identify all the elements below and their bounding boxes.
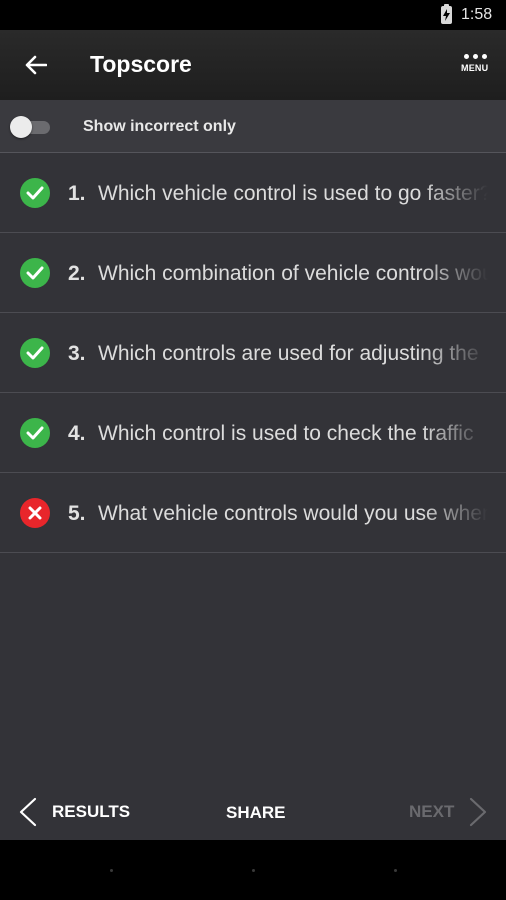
results-button[interactable]: RESULTS <box>18 796 130 828</box>
question-number: 1. <box>68 182 86 205</box>
next-label: NEXT <box>409 802 455 821</box>
page-title: Topscore <box>90 51 192 77</box>
menu-button[interactable]: MENU <box>454 46 498 86</box>
check-icon <box>20 338 50 368</box>
question-text: Which control is used to check the traff… <box>98 422 474 445</box>
cross-icon <box>20 498 50 528</box>
question-number: 3. <box>68 342 86 365</box>
nav-home-dot[interactable] <box>252 869 255 872</box>
results-label: RESULTS <box>52 802 131 821</box>
question-row-3[interactable]: 3. Which controls are used for adjusting… <box>0 313 506 393</box>
app-toolbar: Topscore MENU <box>0 30 506 100</box>
nav-recents-dot[interactable] <box>394 869 397 872</box>
question-text: What vehicle controls would you use when <box>98 502 488 525</box>
menu-label: MENU <box>461 63 489 73</box>
chevron-left-icon <box>19 797 37 827</box>
question-number: 2. <box>68 262 86 285</box>
question-text: Which vehicle control is used to go fast… <box>98 182 488 205</box>
clock-time: 1:58 <box>461 6 493 23</box>
next-button[interactable]: NEXT <box>409 796 488 828</box>
check-icon <box>20 258 50 288</box>
question-row-1[interactable]: 1. Which vehicle control is used to go f… <box>0 153 506 233</box>
question-row-2[interactable]: 2. Which combination of vehicle controls… <box>0 233 506 313</box>
question-text: Which controls are used for adjusting th… <box>98 342 479 365</box>
system-navigation-bar <box>0 840 506 900</box>
share-button[interactable]: SHARE <box>226 803 286 823</box>
filter-row: Show incorrect only <box>0 100 506 153</box>
more-dots-icon <box>464 54 487 59</box>
question-row-5[interactable]: 5. What vehicle controls would you use w… <box>0 473 506 553</box>
question-number: 4. <box>68 422 86 445</box>
question-list: 1. Which vehicle control is used to go f… <box>0 153 506 553</box>
check-icon <box>20 178 50 208</box>
check-icon <box>20 418 50 448</box>
question-row-4[interactable]: 4. Which control is used to check the tr… <box>0 393 506 473</box>
show-incorrect-label: Show incorrect only <box>83 118 236 135</box>
battery-charging-icon <box>441 4 452 24</box>
chevron-right-icon <box>470 797 487 827</box>
nav-back-dot[interactable] <box>110 869 113 872</box>
show-incorrect-toggle[interactable] <box>10 116 50 138</box>
question-text: Which combination of vehicle controls wo… <box>98 262 488 285</box>
question-number: 5. <box>68 502 86 525</box>
back-button[interactable] <box>18 47 54 83</box>
status-bar: 1:58 <box>0 0 506 30</box>
bottom-navigation: RESULTS SHARE NEXT <box>0 784 506 840</box>
arrow-left-icon <box>25 55 47 75</box>
